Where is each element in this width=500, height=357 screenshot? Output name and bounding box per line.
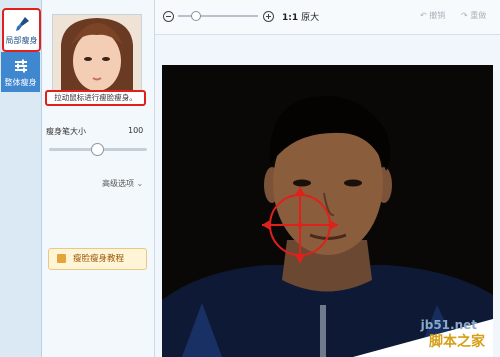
- zoom-slider-track[interactable]: [178, 15, 258, 17]
- sliders-icon: [14, 59, 27, 73]
- zoom-in-icon[interactable]: [263, 11, 274, 22]
- whole-slim-label: 整体瘦身: [4, 78, 37, 87]
- whole-slim-tool-button[interactable]: 整体瘦身: [1, 52, 40, 92]
- undo-icon: ↶: [420, 11, 427, 20]
- brush-size-slider-handle[interactable]: [91, 143, 104, 156]
- chevron-down-icon: ⌄: [136, 179, 144, 188]
- redo-label: 重做: [470, 11, 487, 20]
- advanced-options-label: 高级选项: [102, 179, 134, 188]
- face-slimming-editor: 局部瘦身 整体瘦身 拉动鼠标进行瘦脸瘦身。 瘦身笔大小 100 高级选项 ⌄ 瘦…: [0, 0, 500, 357]
- advanced-options-toggle[interactable]: 高级选项 ⌄: [102, 178, 143, 189]
- brush-size-value: 100: [128, 126, 144, 135]
- brush-icon: [15, 17, 29, 31]
- site-watermark: jb51.net 脚本之家: [353, 311, 493, 357]
- zoom-out-icon[interactable]: [163, 11, 174, 22]
- undo-label: 撤销: [429, 11, 446, 20]
- actual-size-button[interactable]: 1:1 原大: [282, 10, 319, 23]
- ratio-value: 1:1: [282, 13, 299, 23]
- brush-size-label: 瘦身笔大小: [46, 127, 86, 136]
- watermark-site-name: 脚本之家: [429, 334, 485, 350]
- example-thumbnail: [52, 14, 142, 102]
- actual-size-label: 原大: [301, 13, 320, 23]
- tutorial-button[interactable]: 瘦脸瘦身教程: [48, 248, 147, 270]
- zoom-slider-handle[interactable]: [191, 11, 201, 21]
- local-slim-label: 局部瘦身: [5, 36, 38, 45]
- tutorial-label: 瘦脸瘦身教程: [73, 254, 125, 264]
- undo-button[interactable]: ↶ 撤销: [420, 10, 445, 21]
- watermark-domain: jb51.net: [420, 318, 477, 332]
- editing-canvas[interactable]: jb51.net 脚本之家: [155, 35, 500, 357]
- drag-hint-label: 拉动鼠标进行瘦脸瘦身。: [45, 90, 146, 106]
- settings-panel: 拉动鼠标进行瘦脸瘦身。 瘦身笔大小 100 高级选项 ⌄ 瘦脸瘦身教程: [42, 0, 155, 357]
- box-icon: [57, 254, 66, 263]
- redo-icon: ↷: [461, 11, 468, 20]
- redo-button[interactable]: ↷ 重做: [461, 10, 486, 21]
- local-slim-tool-button[interactable]: 局部瘦身: [2, 8, 41, 52]
- tool-rail: 局部瘦身 整体瘦身: [0, 0, 42, 357]
- view-toolbar: 1:1 原大 ↶ 撤销 ↷ 重做: [155, 0, 500, 35]
- edited-photo[interactable]: jb51.net 脚本之家: [162, 65, 493, 357]
